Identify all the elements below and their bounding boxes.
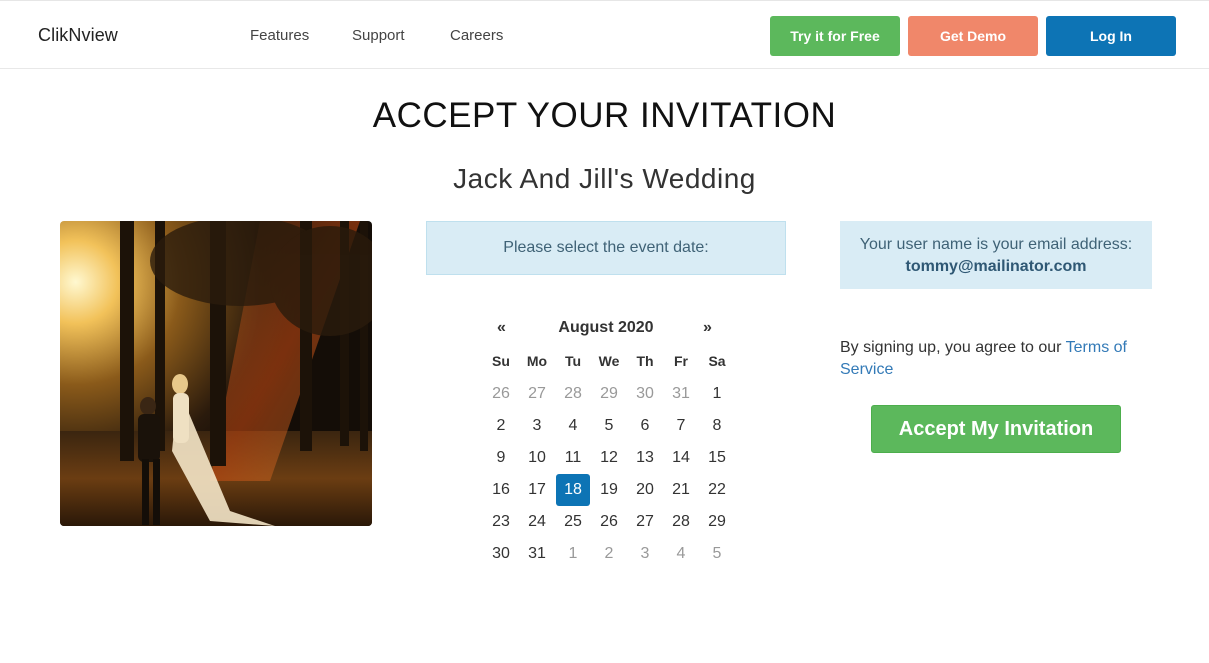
calendar-day[interactable]: 2 <box>484 410 518 442</box>
calendar-day[interactable]: 22 <box>700 474 734 506</box>
calendar-day[interactable]: 4 <box>556 410 590 442</box>
calendar-day-other-month[interactable]: 4 <box>664 538 698 570</box>
terms-prefix: By signing up, you agree to our <box>840 339 1066 356</box>
nav-support-link[interactable]: Support <box>352 27 405 44</box>
calendar-day-other-month[interactable]: 27 <box>520 378 554 410</box>
brand-logo[interactable]: ClikNview <box>38 25 118 46</box>
calendar-day[interactable]: 14 <box>664 442 698 474</box>
weekday-label: Tu <box>564 353 582 369</box>
page-title: ACCEPT YOUR INVITATION <box>372 96 837 135</box>
calendar-day[interactable]: 1 <box>700 378 734 410</box>
calendar-day[interactable]: 8 <box>700 410 734 442</box>
weekday-label: Mo <box>526 353 548 369</box>
calendar-day-other-month[interactable]: 31 <box>664 378 698 410</box>
calendar-day[interactable]: 24 <box>520 506 554 538</box>
nav-careers-link[interactable]: Careers <box>450 27 503 44</box>
calendar-day[interactable]: 5 <box>592 410 626 442</box>
log-in-button[interactable]: Log In <box>1046 16 1176 56</box>
weekday-label: Sa <box>708 353 726 369</box>
weekday-label: Th <box>636 353 654 369</box>
try-for-free-button[interactable]: Try it for Free <box>770 16 900 56</box>
user-email: tommy@mailinator.com <box>905 258 1087 275</box>
calendar-day[interactable]: 10 <box>520 442 554 474</box>
calendar-day[interactable]: 27 <box>628 506 662 538</box>
calendar-day[interactable]: 9 <box>484 442 518 474</box>
calendar-weekday-header: Su Mo Tu We Th Fr Sa <box>484 346 728 376</box>
calendar-day[interactable]: 25 <box>556 506 590 538</box>
username-info-box: Your user name is your email address: to… <box>840 221 1152 289</box>
calendar-day[interactable]: 23 <box>484 506 518 538</box>
calendar-day[interactable]: 29 <box>700 506 734 538</box>
calendar-day[interactable]: 11 <box>556 442 590 474</box>
calendar-day[interactable]: 30 <box>484 538 518 570</box>
calendar-day-other-month[interactable]: 28 <box>556 378 590 410</box>
next-month-button[interactable]: » <box>703 319 712 337</box>
nav-features-link[interactable]: Features <box>250 27 309 44</box>
terms-notice: By signing up, you agree to our Terms of… <box>840 337 1152 381</box>
calendar-day-other-month[interactable]: 26 <box>484 378 518 410</box>
calendar-day[interactable]: 21 <box>664 474 698 506</box>
weekday-label: Su <box>492 353 510 369</box>
weekday-label: Fr <box>674 353 688 369</box>
date-prompt-alert: Please select the event date: <box>426 221 786 275</box>
event-date-calendar: « August 2020 » Su Mo Tu We Th Fr Sa 26 27 28 29 3… <box>484 314 728 570</box>
username-note: Your user name is your email address: <box>859 236 1133 253</box>
accept-invitation-button[interactable]: Accept My Invitation <box>871 405 1121 453</box>
calendar-day[interactable]: 19 <box>592 474 626 506</box>
calendar-day[interactable]: 20 <box>628 474 662 506</box>
calendar-day[interactable]: 12 <box>592 442 626 474</box>
calendar-day-other-month[interactable]: 2 <box>592 538 626 570</box>
calendar-day-other-month[interactable]: 3 <box>628 538 662 570</box>
calendar-day[interactable]: 26 <box>592 506 626 538</box>
calendar-day[interactable]: 15 <box>700 442 734 474</box>
calendar-day-other-month[interactable]: 30 <box>628 378 662 410</box>
top-navbar: ClikNview Features Support Careers Try i… <box>0 0 1209 69</box>
calendar-day[interactable]: 6 <box>628 410 662 442</box>
calendar-day[interactable]: 17 <box>520 474 554 506</box>
calendar-day[interactable]: 3 <box>520 410 554 442</box>
calendar-day[interactable]: 7 <box>664 410 698 442</box>
event-title: Jack And Jill's Wedding <box>453 163 756 194</box>
get-demo-button[interactable]: Get Demo <box>908 16 1038 56</box>
calendar-day-selected[interactable]: 18 <box>556 474 590 506</box>
calendar-month-label[interactable]: August 2020 <box>484 319 728 337</box>
calendar-day-other-month[interactable]: 29 <box>592 378 626 410</box>
calendar-day[interactable]: 13 <box>628 442 662 474</box>
weekday-label: We <box>598 353 620 369</box>
calendar-day-grid: 26 27 28 29 30 31 1 2 3 4 5 6 7 8 9 10 11 12 13 14 15 16 17 18 1… <box>484 378 728 570</box>
calendar-day[interactable]: 28 <box>664 506 698 538</box>
calendar-day[interactable]: 31 <box>520 538 554 570</box>
calendar-day[interactable]: 16 <box>484 474 518 506</box>
calendar-day-other-month[interactable]: 5 <box>700 538 734 570</box>
wedding-photo <box>60 221 372 526</box>
calendar-day-other-month[interactable]: 1 <box>556 538 590 570</box>
